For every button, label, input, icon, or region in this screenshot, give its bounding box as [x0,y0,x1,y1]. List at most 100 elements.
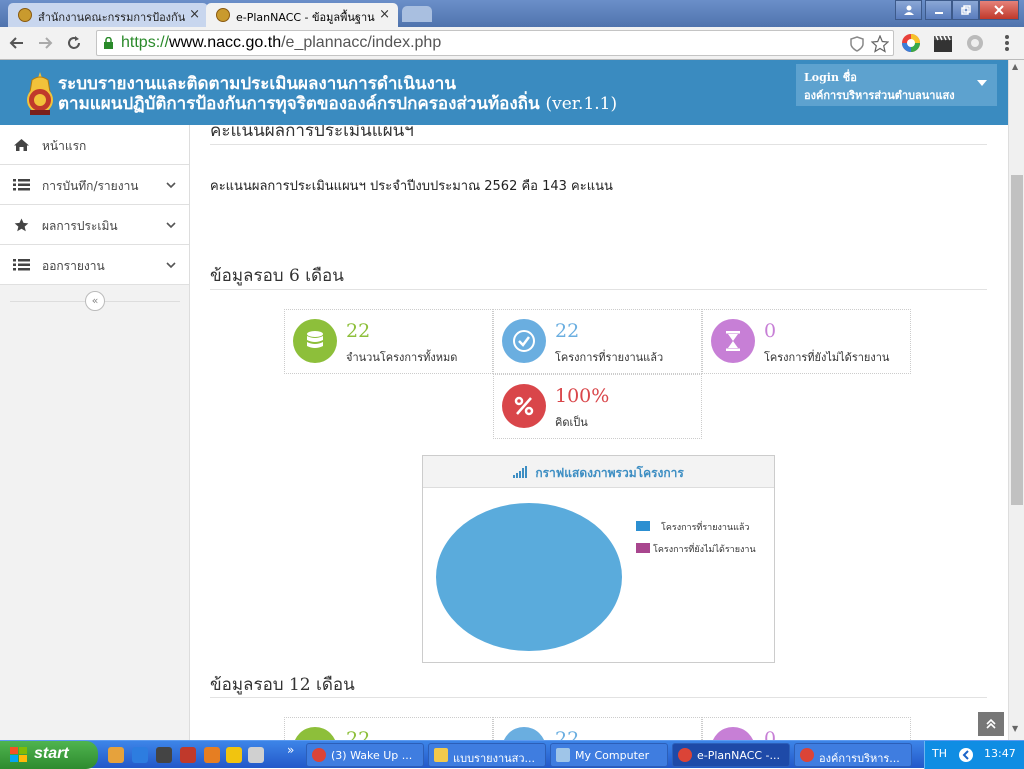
main-content: คะแนนผลการประเมินแผนฯ คะแนนผลการประเมินแ… [190,125,1008,740]
stat-percent: 100% คิดเป็น [493,374,702,439]
stat-value: 22 [555,320,580,342]
app-icon[interactable] [248,747,264,763]
firefox-icon[interactable] [204,747,220,763]
taskbar-item-active[interactable]: e-PlanNACC -... [672,743,790,767]
user-icon [903,5,914,15]
sidebar-item-label: หน้าแรก [42,139,87,153]
check-icon [502,319,546,363]
evaluation-score-title: คะแนนผลการประเมินแผนฯ [210,125,414,141]
taskbar-item[interactable]: (3) Wake Up ... [306,743,424,767]
page-scrollbar[interactable]: ▲ ▼ [1008,60,1024,740]
divider [210,144,987,145]
double-chevron-up-icon [986,718,996,729]
extension-gray-icon[interactable] [964,32,986,54]
sidebar-item-evaluation[interactable]: ผลการประเมิน [0,205,189,245]
sidebar-item-home[interactable]: หน้าแรก [0,125,189,165]
computer-icon [556,748,570,762]
stat-label: จำนวนโครงการทั้งหมด [346,351,458,364]
folder-icon [434,748,448,762]
address-bar[interactable]: https://www.nacc.go.th/e_plannacc/index.… [96,30,894,56]
chevron-down-icon [166,262,176,269]
login-label: Login ชื่อ [804,71,857,84]
extension-color-icon[interactable] [900,32,922,54]
back-button[interactable] [5,31,29,55]
restore-icon [960,5,971,15]
stat-value: 22 [346,728,371,740]
pie-chart: โครงการที่รายงานแล้วโครงการที่ยังไม่ได้ร… [436,503,756,651]
back-to-top-button[interactable] [978,712,1004,736]
chevron-down-icon [166,182,176,189]
new-tab-button[interactable] [402,6,432,22]
more-quicklaunch-icon[interactable]: » [287,743,294,757]
reload-button[interactable] [62,31,86,55]
forward-button[interactable] [33,31,57,55]
lock-icon [104,37,113,49]
scroll-down-arrow-icon[interactable]: ▼ [1012,724,1018,733]
tray-arrow-icon[interactable] [958,747,974,763]
bookmark-star-icon[interactable] [871,35,889,53]
close-tab-icon[interactable]: × [379,7,390,22]
stat-value: 22 [555,728,580,740]
list-icon [13,179,30,191]
taskbar-item[interactable]: องค์การบริหาร... [794,743,912,767]
user-profile-button[interactable] [895,0,922,20]
sidebar-collapse-button[interactable]: « [85,291,105,311]
hourglass-icon [711,319,755,363]
restore-button[interactable] [952,0,979,20]
percent-icon [502,384,546,428]
stat-unreported-projects: 0 [702,717,911,740]
scrollbar-thumb[interactable] [1011,175,1023,505]
browser-tab-nacc[interactable]: สำนักงานคณะกรรมการป้องกัน × [8,3,208,27]
sidebar-item-label: ผลการประเมิน [42,219,118,233]
nacc-favicon-icon [18,8,32,22]
clapperboard-icon[interactable] [932,32,954,54]
legend-label: โครงการที่ยังไม่ได้รายงาน [653,542,756,555]
legend-swatch [636,543,650,553]
app-icon[interactable] [226,747,242,763]
language-indicator[interactable]: TH [932,747,947,760]
minimize-button[interactable] [925,0,952,20]
forward-arrow-icon [39,37,53,49]
windows-logo-icon [10,747,27,762]
divider [210,289,987,290]
home-icon [14,139,29,151]
media-icon[interactable] [156,747,172,763]
close-tab-icon[interactable]: × [189,7,200,22]
close-icon [994,5,1004,15]
stat-value: 0 [764,320,777,342]
sidebar-item-record-report[interactable]: การบันทึก/รายงาน [0,165,189,205]
app-header: ระบบรายงานและติดตามประเมินผลงานการดำเนิน… [0,60,1008,125]
sidebar-item-export-report[interactable]: ออกรายงาน [0,245,189,285]
signal-bars-icon [513,466,528,478]
chrome-icon [800,748,814,762]
shield-icon[interactable] [849,36,865,52]
menu-kebab-icon[interactable] [996,32,1018,54]
browser-tab-eplannacc[interactable]: e-PlanNACC - ข้อมูลพื้นฐาน × [206,3,398,27]
user-menu[interactable]: Login ชื่อ องค์การบริหารส่วนตำบลนาแสง [796,64,997,106]
clock: 13:47 [984,747,1016,760]
scroll-up-arrow-icon[interactable]: ▲ [1012,62,1018,71]
browser-tab-strip: สำนักงานคณะกรรมการป้องกัน × e-PlanNACC -… [0,0,1024,27]
stat-label: โครงการที่ยังไม่ได้รายงาน [764,351,890,364]
stat-label: โครงการที่รายงานแล้ว [555,351,664,364]
caret-down-icon [977,80,987,86]
minimize-icon [934,12,943,14]
tab-title: e-PlanNACC - ข้อมูลพื้นฐาน [236,11,375,24]
sidebar-item-label: ออกรายงาน [42,259,105,273]
stat-label: คิดเป็น [555,416,588,429]
chrome-icon [678,748,692,762]
quicklaunch-icon[interactable] [108,747,124,763]
list-icon [13,259,30,271]
close-window-button[interactable] [979,0,1019,20]
legend-swatch [636,521,650,531]
start-button[interactable]: start [0,741,98,769]
taskbar-item[interactable]: แบบรายงานสว... [428,743,546,767]
internet-explorer-icon[interactable] [132,747,148,763]
chrome-icon[interactable] [180,747,196,763]
stat-value: 100% [555,385,610,407]
sidebar-item-label: การบันทึก/รายงาน [42,179,139,193]
taskbar-item[interactable]: My Computer [550,743,668,767]
stat-total-projects: 22 [284,717,493,740]
browser-toolbar: https://www.nacc.go.th/e_plannacc/index.… [0,27,1024,60]
star-icon [14,218,29,232]
